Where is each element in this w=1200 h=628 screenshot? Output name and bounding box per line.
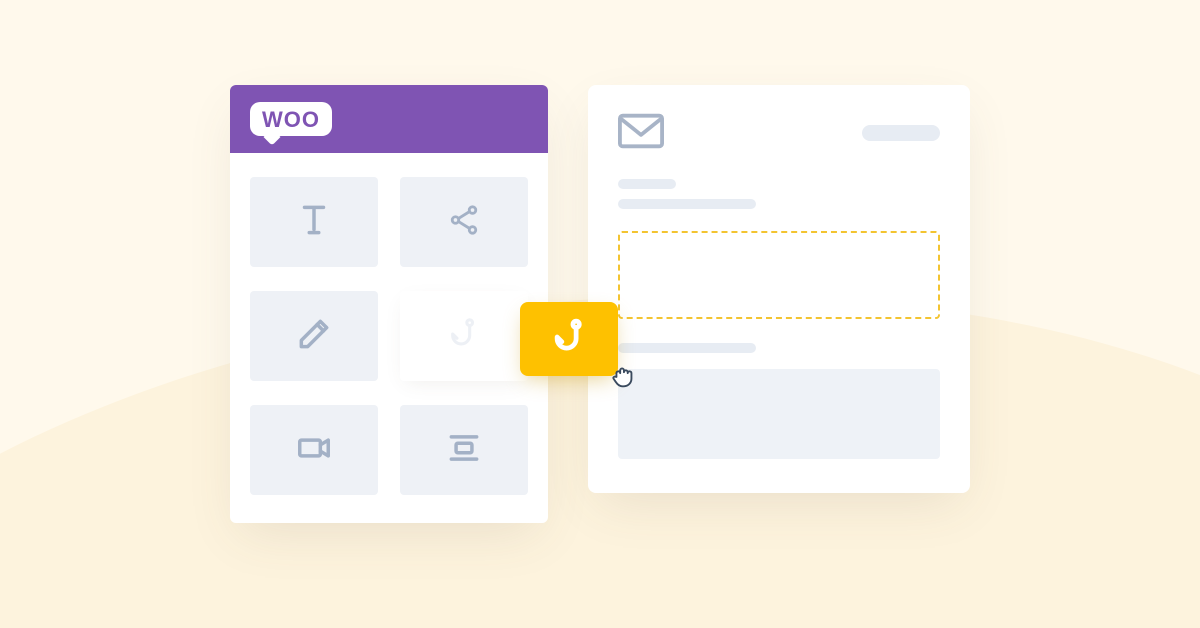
hook-drop-zone[interactable] [618,231,940,319]
text-block-icon [295,201,333,243]
share-block-button[interactable] [400,177,528,267]
hook-block-button-ghost[interactable] [400,291,528,381]
share-block-icon [447,203,481,241]
gmail-icon [618,113,664,153]
hook-icon [550,318,588,360]
email-action-placeholder [862,125,940,141]
email-meta-lines [618,179,940,209]
palette-header: WOO [230,85,548,153]
woo-logo: WOO [250,102,332,136]
section-block-button[interactable] [400,405,528,495]
hook-block-chip[interactable] [520,302,618,376]
hook-block-icon [447,317,481,355]
email-preview-panel [588,85,970,493]
section-block-icon [445,429,483,471]
placeholder-line [618,343,756,353]
palette-grid [230,153,548,523]
text-block-button[interactable] [250,177,378,267]
block-palette-panel: WOO [230,85,548,523]
email-body-placeholder [618,369,940,459]
placeholder-line [618,199,756,209]
placeholder-line [618,179,676,189]
video-block-icon [295,429,333,471]
edit-block-button[interactable] [250,291,378,381]
grab-cursor-icon [608,360,638,390]
video-block-button[interactable] [250,405,378,495]
illustration-stage: WOO [0,0,1200,628]
edit-block-icon [295,315,333,357]
email-header [618,113,940,153]
